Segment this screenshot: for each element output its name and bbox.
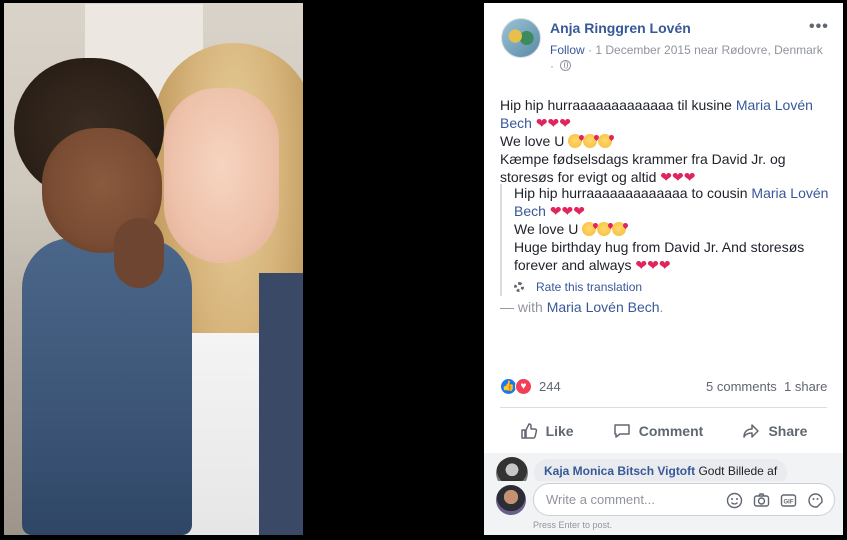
kiss-emoji-icon	[597, 222, 612, 236]
translation-block: Hip hip hurraaaaaaaaaaaaa to cousin Mari…	[500, 184, 830, 296]
post-header: Anja Ringgren Lovén ••• Follow · 1 Decem…	[484, 3, 843, 83]
post-text-line1: Hip hip hurraaaaaaaaaaaaa til kusine	[500, 97, 736, 113]
globe-icon[interactable]	[560, 60, 572, 71]
share-label: Share	[768, 423, 808, 439]
with-person-link[interactable]: Maria Lovén Bech	[547, 299, 660, 315]
commenter-avatar[interactable]	[496, 457, 528, 481]
share-button[interactable]: Share	[742, 422, 807, 440]
post-text: Hip hip hurraaaaaaaaaaaaa til kusine Mar…	[500, 96, 830, 186]
press-enter-hint: Press Enter to post.	[533, 520, 613, 530]
heart-emoji-icon: ❤❤❤	[660, 169, 696, 185]
kiss-emoji-icon	[582, 222, 597, 236]
translation-line1: Hip hip hurraaaaaaaaaaaaa to cousin	[514, 185, 752, 201]
thumbs-up-icon	[520, 423, 537, 439]
translation-line2: We love U	[514, 221, 583, 237]
rate-translation-label[interactable]: Rate this translation	[536, 278, 642, 296]
comment-text: Godt Billede af	[695, 464, 778, 478]
with-prefix: — with	[500, 299, 547, 315]
heart-emoji-icon: ❤❤❤	[635, 257, 671, 273]
kiss-emoji-icon	[598, 134, 613, 148]
kiss-emoji-icon	[583, 134, 598, 148]
comments-area: Kaja Monica Bitsch Vigtoft Godt Billede …	[484, 453, 843, 535]
photo-woman-jacket	[259, 273, 303, 535]
share-icon	[743, 424, 760, 438]
shares-count[interactable]: 1 share	[784, 379, 827, 394]
comments-count[interactable]: 5 comments	[706, 379, 777, 394]
gif-icon[interactable]: GIF	[780, 492, 797, 509]
photo-child-body	[22, 238, 192, 535]
love-reaction-icon[interactable]: ♥	[515, 378, 532, 395]
reactions-count[interactable]: 244	[539, 379, 561, 394]
rate-translation[interactable]: Rate this translation	[514, 278, 830, 296]
comment-tools: GIF	[726, 492, 824, 509]
svg-text:GIF: GIF	[784, 499, 794, 505]
gear-icon	[514, 282, 524, 292]
post-side-panel: Anja Ringgren Lovén ••• Follow · 1 Decem…	[484, 3, 843, 535]
like-label: Like	[545, 423, 574, 439]
follow-link[interactable]: Follow	[550, 43, 585, 57]
photo-child-hand	[114, 218, 164, 288]
write-comment-row: Write a comment... GIF	[496, 483, 836, 517]
heart-emoji-icon: ❤❤❤	[535, 115, 572, 131]
sticker-icon[interactable]	[807, 492, 824, 509]
comment-input[interactable]: Write a comment... GIF	[533, 483, 835, 516]
comment-placeholder: Write a comment...	[546, 492, 655, 507]
heart-emoji-icon: ❤❤❤	[549, 203, 586, 219]
post-viewer: Anja Ringgren Lovén ••• Follow · 1 Decem…	[0, 0, 847, 540]
commenter-name[interactable]: Kaja Monica Bitsch Vigtoft	[544, 464, 695, 478]
author-avatar[interactable]	[501, 18, 541, 58]
post-stats: 👍 ♥ 244 5 comments 1 share	[500, 378, 830, 398]
comment-label: Comment	[638, 423, 704, 439]
post-date-location[interactable]: · 1 December 2015 near Rødovre, Denmark	[588, 43, 823, 57]
post-actions: Like Comment Share	[500, 414, 827, 448]
more-options-icon[interactable]: •••	[809, 18, 829, 36]
comment-preview: Kaja Monica Bitsch Vigtoft Godt Billede …	[496, 457, 816, 481]
kiss-emoji-icon	[612, 222, 627, 236]
camera-icon[interactable]	[753, 492, 770, 509]
post-meta: Follow · 1 December 2015 near Rødovre, D…	[550, 42, 830, 74]
post-photo[interactable]	[4, 3, 303, 535]
divider	[500, 407, 827, 408]
with-suffix: .	[659, 299, 664, 315]
comment-button[interactable]: Comment	[613, 422, 704, 440]
author-name[interactable]: Anja Ringgren Lovén	[550, 20, 691, 36]
emoji-icon[interactable]	[726, 492, 743, 509]
post-text-line3: Kæmpe fødselsdags krammer fra David Jr. …	[500, 151, 786, 185]
post-text-line2: We love U	[500, 133, 569, 149]
comment-bubble: Kaja Monica Bitsch Vigtoft Godt Billede …	[534, 459, 788, 481]
kiss-emoji-icon	[568, 134, 583, 148]
current-user-avatar	[496, 485, 526, 515]
comment-icon	[614, 424, 630, 438]
with-tag: — with Maria Lovén Bech.	[500, 299, 663, 315]
meta-separator: ·	[550, 59, 554, 73]
like-button[interactable]: Like	[520, 422, 574, 440]
photo-woman-face	[164, 88, 279, 263]
